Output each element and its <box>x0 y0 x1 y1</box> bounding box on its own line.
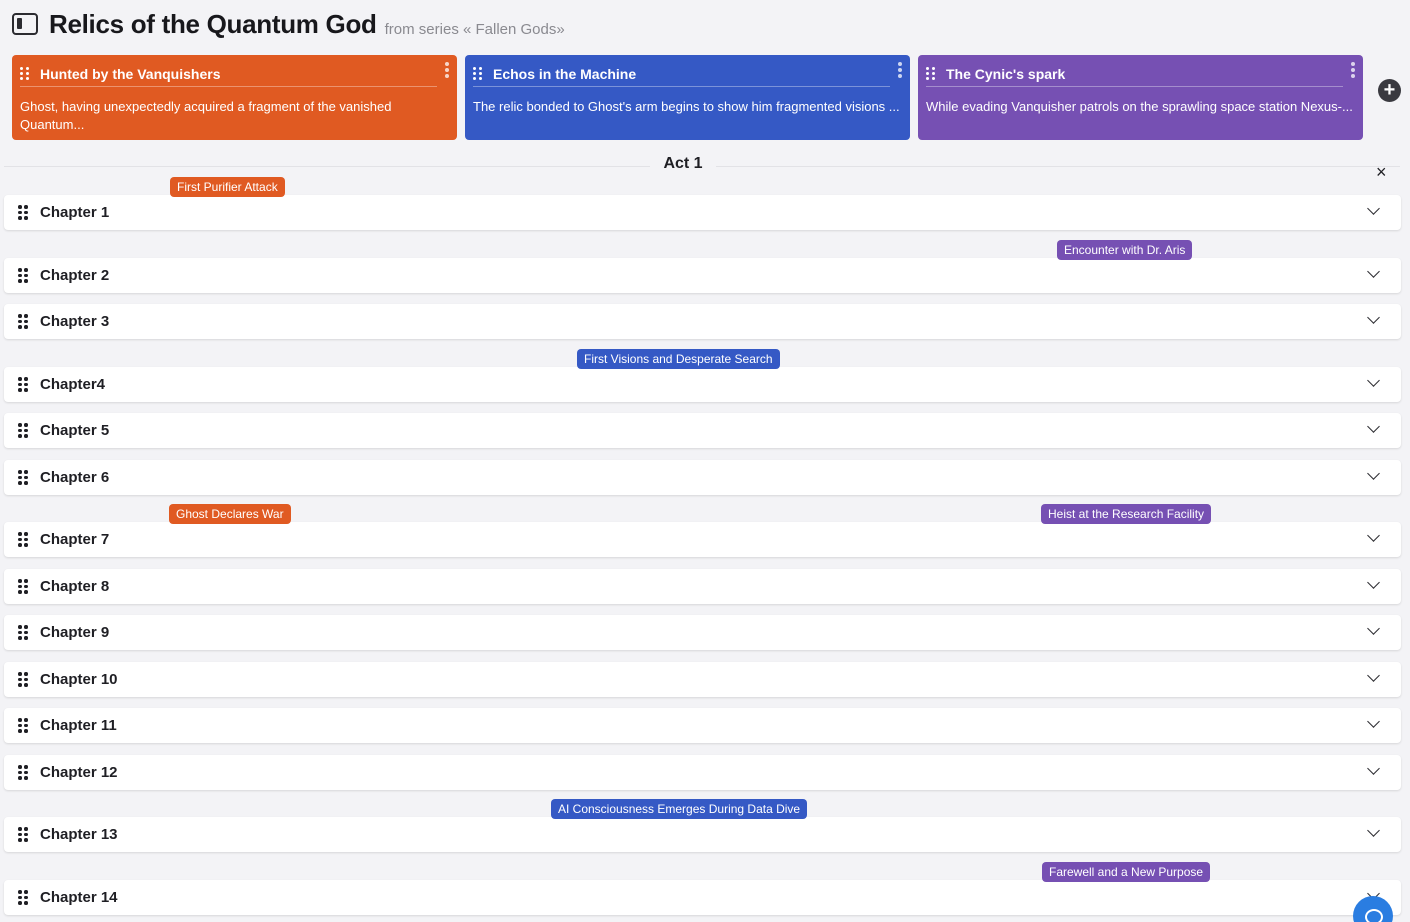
header: Relics of the Quantum God from series « … <box>12 6 565 42</box>
thread-card-title: Echos in the Machine <box>493 65 637 82</box>
chapter-row[interactable]: Chapter 13 <box>4 817 1401 852</box>
chapter-row[interactable]: Chapter 5 <box>4 413 1401 448</box>
thread-card-description: Ghost, having unexpectedly acquired a fr… <box>20 99 392 132</box>
chevron-down-icon[interactable] <box>1367 824 1380 837</box>
chapter-label: Chapter 1 <box>40 204 110 221</box>
sidebar-toggle-icon[interactable] <box>12 13 38 35</box>
drag-handle-icon[interactable] <box>18 377 30 392</box>
drag-handle-icon[interactable] <box>18 423 30 438</box>
chapter-label: Chapter 14 <box>40 889 118 906</box>
drag-handle-icon[interactable] <box>18 314 30 329</box>
chapter-row[interactable]: Chapter 7 <box>4 522 1401 557</box>
kebab-menu-icon[interactable] <box>1351 62 1355 78</box>
chapter-row[interactable]: Chapter 10 <box>4 662 1401 697</box>
chapter-label: Chapter 6 <box>40 469 110 486</box>
thread-card-title: Hunted by the Vanquishers <box>40 65 221 82</box>
kebab-menu-icon[interactable] <box>898 62 902 78</box>
chevron-down-icon[interactable] <box>1367 467 1380 480</box>
thread-card-cynic[interactable]: The Cynic's spark While evading Vanquish… <box>918 55 1363 140</box>
plot-point-tag[interactable]: Farewell and a New Purpose <box>1042 862 1211 882</box>
drag-handle-icon[interactable] <box>20 67 32 81</box>
close-icon[interactable]: × <box>1376 162 1387 182</box>
chapter-row[interactable]: Chapter4 <box>4 367 1401 402</box>
add-thread-button[interactable]: + <box>1378 79 1401 102</box>
chapter-row[interactable]: Chapter 3 <box>4 304 1401 339</box>
thread-card-title: The Cynic's spark <box>946 65 1066 82</box>
drag-handle-icon[interactable] <box>473 67 485 81</box>
page-title: Relics of the Quantum God <box>49 8 377 39</box>
drag-handle-icon[interactable] <box>18 532 30 547</box>
chapter-row[interactable]: Chapter 9 <box>4 615 1401 650</box>
thread-card-description: While evading Vanquisher patrols on the … <box>926 99 1353 114</box>
chapter-label: Chapter 2 <box>40 267 110 284</box>
plot-point-tag[interactable]: First Purifier Attack <box>170 177 285 197</box>
drag-handle-icon[interactable] <box>18 470 30 485</box>
chapter-label: Chapter 10 <box>40 671 118 688</box>
plot-point-tag[interactable]: First Visions and Desperate Search <box>577 349 780 369</box>
plot-point-tag[interactable]: AI Consciousness Emerges During Data Div… <box>551 799 808 819</box>
chapter-row[interactable]: Chapter 11 <box>4 708 1401 743</box>
chapter-row[interactable]: Chapter 14 <box>4 880 1401 915</box>
chapter-label: Chapter 13 <box>40 826 118 843</box>
plot-point-tag[interactable]: Ghost Declares War <box>169 504 291 524</box>
drag-handle-icon[interactable] <box>18 827 30 842</box>
chapter-label: Chapter 12 <box>40 764 118 781</box>
chapter-label: Chapter 3 <box>40 313 110 330</box>
thread-card-description: The relic bonded to Ghost's arm begins t… <box>473 99 900 114</box>
plot-point-tag[interactable]: Encounter with Dr. Aris <box>1057 240 1193 260</box>
kebab-menu-icon[interactable] <box>445 62 449 78</box>
drag-handle-icon[interactable] <box>926 67 938 81</box>
thread-card-echos[interactable]: Echos in the Machine The relic bonded to… <box>465 55 910 140</box>
chapter-label: Chapter4 <box>40 376 106 393</box>
thread-card-header: Hunted by the Vanquishers <box>20 61 437 87</box>
chevron-down-icon[interactable] <box>1367 374 1380 387</box>
chapter-row[interactable]: Chapter 2 <box>4 258 1401 293</box>
chapter-row[interactable]: Chapter 1 <box>4 195 1401 230</box>
drag-handle-icon[interactable] <box>18 718 30 733</box>
chevron-down-icon[interactable] <box>1367 669 1380 682</box>
chapter-label: Chapter 7 <box>40 531 110 548</box>
drag-handle-icon[interactable] <box>18 579 30 594</box>
drag-handle-icon[interactable] <box>18 205 30 220</box>
thread-card-header: Echos in the Machine <box>473 61 890 87</box>
thread-cards: Hunted by the Vanquishers Ghost, having … <box>12 55 1363 140</box>
plot-point-tag[interactable]: Heist at the Research Facility <box>1041 504 1212 524</box>
chapter-label: Chapter 5 <box>40 422 110 439</box>
chevron-down-icon[interactable] <box>1367 762 1380 775</box>
chapter-label: Chapter 9 <box>40 624 110 641</box>
chapter-label: Chapter 8 <box>40 578 110 595</box>
drag-handle-icon[interactable] <box>18 268 30 283</box>
chevron-down-icon[interactable] <box>1367 311 1380 324</box>
thread-card-hunted[interactable]: Hunted by the Vanquishers Ghost, having … <box>12 55 457 140</box>
drag-handle-icon[interactable] <box>18 765 30 780</box>
chevron-down-icon[interactable] <box>1367 529 1380 542</box>
drag-handle-icon[interactable] <box>18 625 30 640</box>
chevron-down-icon[interactable] <box>1367 265 1380 278</box>
chevron-down-icon[interactable] <box>1367 420 1380 433</box>
series-label: from series « Fallen Gods» <box>384 21 565 38</box>
chapter-label: Chapter 11 <box>40 717 117 734</box>
chevron-down-icon[interactable] <box>1367 622 1380 635</box>
chevron-down-icon[interactable] <box>1367 202 1380 215</box>
chapter-row[interactable]: Chapter 6 <box>4 460 1401 495</box>
act-title: Act 1 <box>650 155 716 173</box>
chevron-down-icon[interactable] <box>1367 715 1380 728</box>
chevron-down-icon[interactable] <box>1367 576 1380 589</box>
chapter-row[interactable]: Chapter 12 <box>4 755 1401 790</box>
thread-card-header: The Cynic's spark <box>926 61 1343 87</box>
drag-handle-icon[interactable] <box>18 890 30 905</box>
chapter-row[interactable]: Chapter 8 <box>4 569 1401 604</box>
drag-handle-icon[interactable] <box>18 672 30 687</box>
